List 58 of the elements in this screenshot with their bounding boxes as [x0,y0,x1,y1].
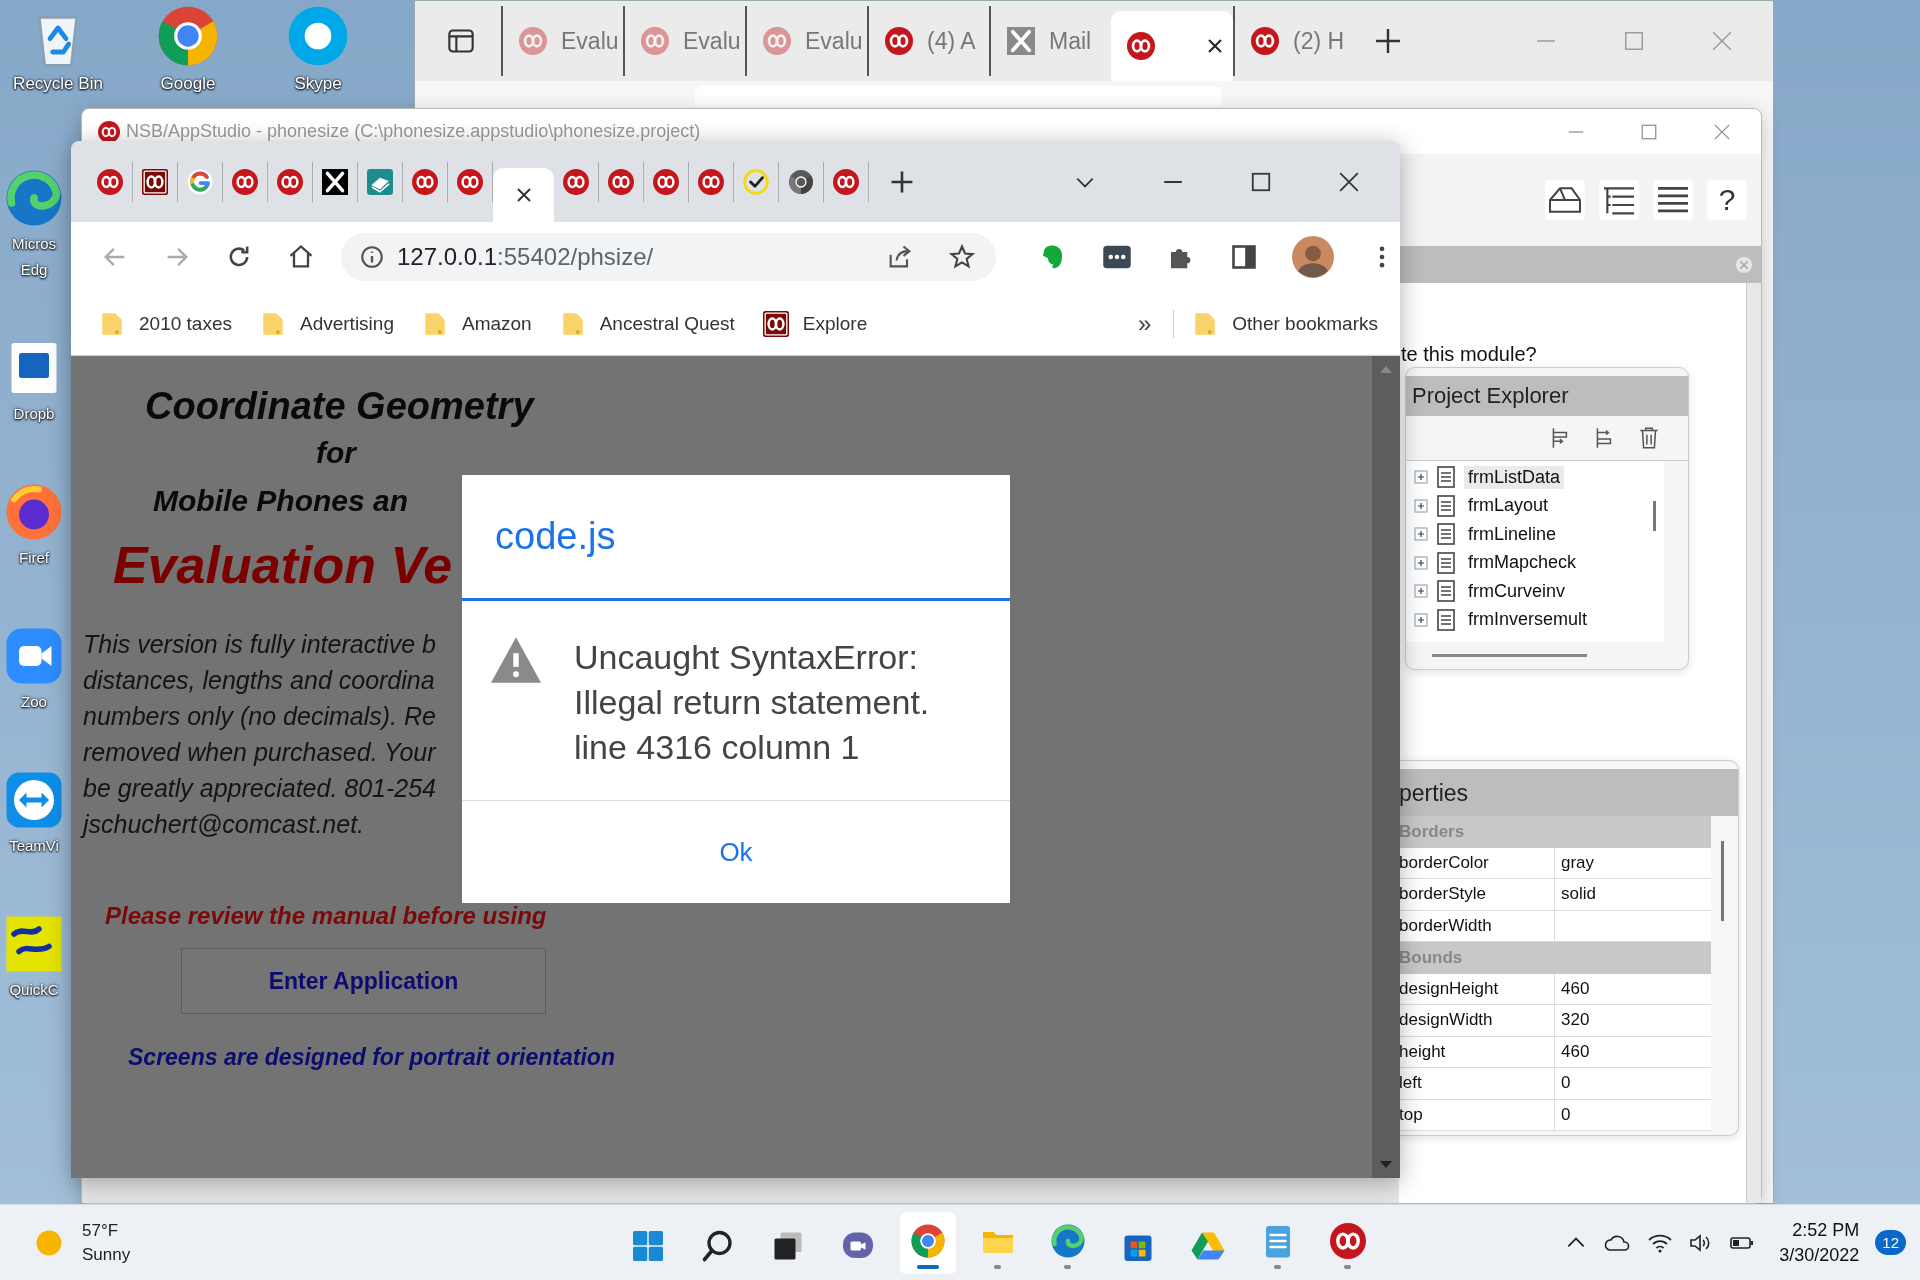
icon-label: Google [160,74,216,94]
tree-item[interactable]: frmLineline [1464,522,1561,546]
icon-label: Zoo [21,692,47,712]
icon-label: Micros [11,234,57,254]
temperature-text: 57°F [82,1219,120,1242]
browser-tab[interactable]: (2) H [1233,6,1355,76]
bookmark-link[interactable]: Advertising [299,312,394,335]
bookmark-link[interactable]: Explore [802,312,868,335]
weather-condition: Sunny [82,1243,131,1266]
ok-button[interactable]: Ok [699,828,773,876]
orientation-note: Screens are designed for portrait orientation [128,1044,615,1071]
property-value[interactable]: gray [1555,847,1711,878]
tree-item[interactable]: frmMapcheck [1464,551,1581,575]
icon-label: Edg [20,260,48,280]
notice-text: Please review the manual before using [105,902,547,930]
tree-item[interactable]: frmLayout [1464,494,1553,518]
bookmark-link[interactable]: Other bookmarks [1232,312,1378,335]
group-header: Bounds [1399,942,1711,974]
notification-badge[interactable]: 12 [1875,1230,1906,1255]
property-value[interactable]: 320 [1555,1005,1711,1036]
clock-date[interactable]: 3/30/2022 [1779,1242,1860,1268]
dialog-title: code.js [495,515,616,558]
edition-title: Evaluation Ve [113,535,453,596]
tree-item[interactable]: frmInversemult [1464,608,1592,632]
tree-item[interactable]: frmCurveinv [1464,579,1569,603]
icon-label: TeamVi [9,836,59,856]
icon-label: Skype [294,74,342,94]
property-value[interactable]: solid [1555,879,1711,910]
property-value[interactable]: 0 [1555,1068,1711,1099]
property-value[interactable]: 460 [1555,973,1711,1004]
bookmark-link[interactable]: Amazon [461,312,532,335]
help-button[interactable]: ? [1707,180,1747,220]
icon-label: QuickC [9,980,59,1000]
group-header: Borders [1399,816,1711,848]
address-field[interactable]: 127.0.0.1:55402/phsize/ [341,233,996,281]
browser-tab[interactable]: Evalu [623,6,745,76]
property-value[interactable]: 0 [1555,1099,1711,1130]
bookmark-link[interactable]: 2010 taxes [139,312,232,335]
page-subheading: for [316,435,356,471]
icon-label: Dropb [13,404,55,424]
icon-label: Recycle Bin [13,74,103,94]
error-message: Uncaught SyntaxError: Illegal return statement. line 4316 column 1 [574,637,930,768]
browser-tab[interactable]: Evalu [501,6,623,76]
bookmark-link[interactable]: Ancestral Quest [599,312,735,335]
page-subheading: Mobile Phones an [153,483,409,519]
browser-tab[interactable]: (4) A [867,6,989,76]
enter-application-button[interactable]: Enter Application [181,948,546,1014]
clock-time[interactable]: 2:52 PM [1792,1217,1860,1243]
prompt-text: te this module? [1400,343,1537,365]
property-value[interactable]: 460 [1555,1036,1711,1067]
icon-label: Firef [19,548,49,568]
more-bookmarks-button[interactable]: » [1115,309,1175,338]
window-title: NSB/AppStudio - phonesize (C:\phonesize.appstudio\phonesize.project) [126,121,701,142]
panel-title: Project Explorer [1406,376,1688,416]
browser-tab[interactable]: Evalu [745,6,867,76]
panel-title: perties [1399,769,1738,816]
tree-item[interactable]: frmListData [1464,465,1565,489]
page-heading: Coordinate Geometry [145,384,534,428]
